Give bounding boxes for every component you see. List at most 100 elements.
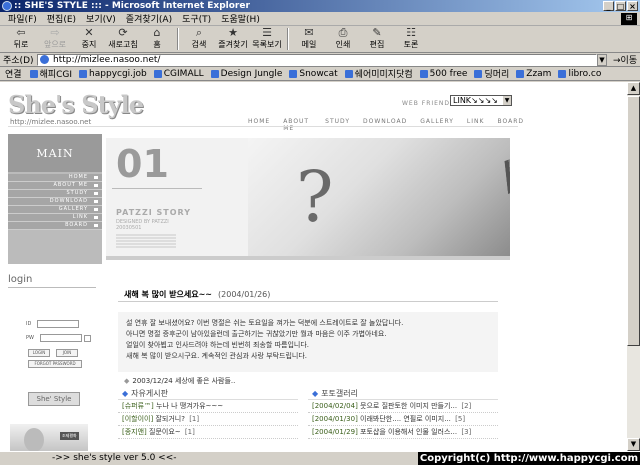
topnav-board[interactable]: BOARD [497, 118, 524, 132]
link-happycgi[interactable]: 해피CGI [29, 67, 72, 80]
remember-checkbox[interactable] [83, 334, 91, 342]
sidenav-gallery[interactable]: GALLERY [8, 206, 102, 214]
top-nav: HOME ABOUT ME STUDY DOWNLOAD GALLERY LIN… [248, 118, 524, 132]
discuss-icon: ☷ [406, 26, 416, 39]
address-url: http://mizlee.nasoo.net/ [53, 54, 161, 65]
back-button[interactable]: ⇦ 뒤로 [4, 26, 38, 52]
address-dropdown-button[interactable]: ▼ [597, 53, 607, 66]
ie-logo-icon [2, 1, 12, 11]
pw-row: PW [26, 334, 91, 342]
print-icon: ⎙ [338, 26, 348, 39]
sidenav-link[interactable]: LINK [8, 214, 102, 222]
sidenav-about[interactable]: ABOUT ME [8, 182, 102, 190]
hero-title: PATZZI STORY [116, 208, 192, 217]
maximize-button[interactable]: □ [615, 1, 626, 11]
scroll-thumb[interactable] [627, 96, 640, 346]
toolbar: ⇦ 뒤로 ⇨ 앞으로 ✕ 중지 ⟳ 새로고침 ⌂ 홈 ⌕ 검색 ★ 즐겨찾기 ☰ 목록보기 ✉ 메… [0, 26, 640, 53]
login-title: login [8, 274, 96, 288]
link-select[interactable]: LINK↘↘↘↘ ▼ [450, 95, 512, 106]
id-input[interactable] [37, 320, 80, 328]
address-input[interactable]: http://mizlee.nasoo.net/ [37, 53, 597, 66]
photo-gallery-title[interactable]: ◆ 포토갤러리 [308, 388, 498, 400]
topnav-download[interactable]: DOWNLOAD [363, 118, 407, 132]
profile-photo[interactable]: 조제평화 [10, 424, 88, 451]
favorites-button[interactable]: ★ 즐겨찾기 [216, 26, 250, 52]
list-item[interactable]: [종지앤] 질문이요~ [1] [118, 426, 298, 439]
menu-favorites[interactable]: 즐겨찾기(A) [126, 12, 172, 25]
list-item[interactable]: [2004/01/29] 포토샵을 이용해서 인물 일러스... [3] [308, 426, 498, 439]
list-item[interactable]: [2004/01/30] 이래봐단한.... 연필로 이미지... [5] [308, 413, 498, 426]
list-item[interactable]: [슈퍼류™] 누나 나 땡겨가유~~~ [118, 400, 298, 413]
link-design-jungle[interactable]: Design Jungle [210, 69, 282, 79]
page-icon [40, 55, 49, 64]
link-happycgi-job[interactable]: happycgi.job [79, 69, 147, 79]
link-snowcat[interactable]: Snowcat [289, 69, 338, 79]
menu-file[interactable]: 파일(F) [8, 12, 37, 25]
discuss-button[interactable]: ☷ 토론 [394, 26, 428, 52]
hero-artwork [248, 138, 510, 260]
sidenav-study[interactable]: STUDY [8, 190, 102, 198]
topnav-home[interactable]: HOME [248, 118, 270, 132]
forgot-password-button[interactable]: FORGOT PASSWORD [28, 360, 82, 368]
address-label: 주소(D) [3, 56, 34, 66]
menu-view[interactable]: 보기(V) [86, 12, 116, 25]
history-button[interactable]: ☰ 목록보기 [250, 26, 284, 52]
free-board: ◆ 자유게시판 [슈퍼류™] 누나 나 땡겨가유~~~ [이할이이] 잘되거니? … [118, 388, 298, 439]
free-board-title[interactable]: ◆ 자유게시판 [118, 388, 298, 400]
guest-line[interactable]: ◆ 2003/12/24 세상에 좋은 사람들.. [118, 376, 498, 386]
side-nav: HOME ABOUT ME STUDY DOWNLOAD GALLERY LIN… [8, 174, 102, 230]
link-zzam[interactable]: Zzam [516, 69, 551, 79]
login-button[interactable]: LOGIN [28, 349, 50, 357]
menu-tools[interactable]: 도구(T) [182, 12, 211, 25]
home-icon: ⌂ [153, 26, 161, 39]
link-libro[interactable]: libro.co [558, 69, 601, 79]
password-input[interactable] [39, 334, 82, 342]
link-icon [29, 69, 38, 78]
link-icon [558, 69, 567, 78]
menu-help[interactable]: 도움말(H) [221, 12, 260, 25]
join-button[interactable]: JOIN [56, 349, 78, 357]
she-style-button[interactable]: She' Style [28, 392, 80, 406]
list-item[interactable]: [2004/02/04] 뭇으로 질판토한 이미지 만들기... [2] [308, 400, 498, 413]
site-logo[interactable]: She's Style [8, 90, 144, 119]
go-button[interactable]: →이동 [613, 53, 637, 66]
web-friend-label: WEB FRIEND [402, 100, 451, 107]
link-shareimage[interactable]: 쉐어미미지닷컴 [344, 67, 413, 80]
mail-button[interactable]: ✉ 메일 [292, 26, 326, 52]
status-bar: ->> she's style ver 5.0 <<- Copyright(c)… [0, 451, 640, 465]
list-item[interactable]: [이할이이] 잘되거니? [1] [118, 413, 298, 426]
minimize-button[interactable]: _ [603, 1, 614, 11]
scroll-up-button[interactable]: ▲ [627, 82, 640, 95]
post-title[interactable]: 새해 복 많이 받으세요~~ [124, 289, 212, 300]
sidenav-download[interactable]: DOWNLOAD [8, 198, 102, 206]
menu-edit[interactable]: 편집(E) [47, 12, 76, 25]
edit-button[interactable]: ✎ 편집 [360, 26, 394, 52]
close-button[interactable]: × [627, 1, 638, 11]
window-title: :: SHE'S STYLE ::: - Microsoft Internet … [14, 1, 250, 11]
forward-button[interactable]: ⇨ 앞으로 [38, 26, 72, 52]
photo-gallery-board: ◆ 포토갤러리 [2004/02/04] 뭇으로 질판토한 이미지 만들기... … [308, 388, 498, 439]
links-label: 연결 [5, 70, 22, 80]
forward-arrow-icon: ⇨ [50, 26, 60, 39]
topnav-link[interactable]: LINK [467, 118, 485, 132]
print-button[interactable]: ⎙ 인쇄 [326, 26, 360, 52]
home-button[interactable]: ⌂ 홈 [140, 26, 174, 52]
refresh-button[interactable]: ⟳ 새로고침 [106, 26, 140, 52]
topnav-gallery[interactable]: GALLERY [420, 118, 454, 132]
link-cgimall[interactable]: CGIMALL [153, 69, 204, 79]
post-body: 설 연휴 잘 보내셨어요? 이번 명절은 쉬는 토요일을 껴가는 덕분에 스트레… [118, 312, 498, 372]
vertical-scrollbar[interactable]: ▲ ▼ [627, 82, 640, 451]
topnav-study[interactable]: STUDY [325, 118, 350, 132]
search-button[interactable]: ⌕ 검색 [182, 26, 216, 52]
topnav-about[interactable]: ABOUT ME [283, 118, 312, 132]
sidenav-board[interactable]: BOARD [8, 222, 102, 230]
link-500free[interactable]: 500 free [419, 69, 467, 79]
login-box: login ID PW LOGIN JOIN FORGOT PASSWORD S… [8, 274, 96, 451]
stop-button[interactable]: ✕ 중지 [72, 26, 106, 52]
sidenav-home[interactable]: HOME [8, 174, 102, 182]
link-icon [79, 69, 88, 78]
scroll-down-button[interactable]: ▼ [627, 438, 640, 451]
back-arrow-icon: ⇦ [16, 26, 26, 39]
hero-decoration-lines [116, 234, 176, 249]
link-dingmeori[interactable]: 딩머리 [474, 67, 509, 80]
